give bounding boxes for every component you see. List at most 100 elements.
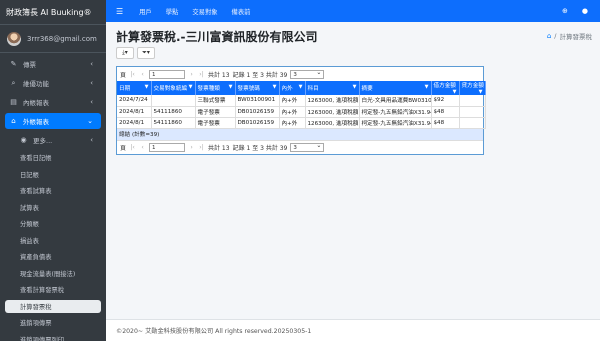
- column-header-account[interactable]: 科目 ▼: [305, 81, 360, 95]
- table-row[interactable]: 2024/7/24 三聯式發票 BW03100901 內+外 1263000, …: [117, 95, 486, 107]
- prev-page-icon[interactable]: ‹: [139, 71, 146, 78]
- page-input[interactable]: 1: [149, 69, 186, 79]
- nav-link-users[interactable]: 用戶: [139, 7, 152, 16]
- page-size-select[interactable]: 3: [290, 69, 325, 79]
- sidebar-nav: ✎ 傳票 ‹ ⌕ 維優功能 ‹ ▤ 內帳報表 ‹ ⌂ 外帳報表 ⌄ ◉ 更多..…: [0, 53, 106, 341]
- sidebar-item-more[interactable]: ◉ 更多... ‹: [5, 132, 101, 148]
- cell-in-out: 內+外: [279, 95, 306, 107]
- cell-summary: 柯定發-九五無鉛汽油X31.94X31.3-: [359, 106, 432, 118]
- chevron-down-icon: ⌄: [87, 117, 93, 125]
- filter-icon: ▼: [298, 84, 303, 90]
- summary-row: 總結 (計數=39): [117, 128, 483, 140]
- sidebar-sub-balance-sheet[interactable]: 資產負債表: [5, 250, 101, 264]
- sidebar-sub-view-trial-balance[interactable]: 查看試算表: [5, 184, 101, 198]
- cell-tax-id: [151, 95, 196, 107]
- cell-invoice-number: BW03100901: [235, 95, 280, 107]
- last-page-icon[interactable]: ›|: [198, 144, 205, 151]
- cell-account: 1263000, 進項稅額: [305, 106, 360, 118]
- page-size-select[interactable]: 3: [290, 142, 325, 152]
- sidebar-sub-view-journal[interactable]: 查看日記帳: [5, 151, 101, 165]
- cell-account: 1263000, 進項稅額: [305, 117, 360, 129]
- last-page-icon[interactable]: ›|: [198, 71, 205, 78]
- sidebar-sub-trial-balance[interactable]: 試算表: [5, 201, 101, 215]
- next-page-icon[interactable]: ›: [188, 71, 195, 78]
- menu-toggle-icon[interactable]: ☰: [116, 7, 123, 16]
- cell-credit: [459, 106, 486, 118]
- sidebar-sub-io-vouchers-print[interactable]: 進銷項傳票列印: [5, 333, 101, 341]
- filter-icon: ▼: [228, 84, 233, 90]
- chevron-left-icon: ‹: [90, 136, 93, 144]
- sidebar-item-vouchers[interactable]: ✎ 傳票 ‹: [5, 56, 101, 72]
- breadcrumb: ⌂ / 計算發票稅: [547, 31, 592, 41]
- globe-icon[interactable]: ⊕: [562, 7, 568, 15]
- column-header-tax-id[interactable]: 交易對象統編 ▼: [151, 81, 196, 95]
- column-header-credit[interactable]: 貸方金額 ▼: [459, 81, 486, 95]
- home-icon[interactable]: ⌂: [547, 32, 551, 40]
- cell-tax-id: 54111860: [151, 117, 196, 129]
- sidebar-sub-view-invoice-tax[interactable]: 查看計算發票稅: [5, 283, 101, 297]
- cell-summary: 柯定發-九五無鉛汽油X31.94X31.3-: [359, 117, 432, 129]
- sidebar-sub-io-vouchers[interactable]: 進銷項傳票: [5, 316, 101, 330]
- cell-invoice-type: 三聯式發票: [195, 95, 236, 107]
- cell-summary: 白光-文具用品運費BW03100901: [359, 95, 432, 107]
- sidebar-sub-cash-flow[interactable]: 現金流量表(間接法): [5, 267, 101, 281]
- breadcrumb-current: 計算發票稅: [559, 33, 593, 41]
- pager-records: 記錄 1 至 3 共計 39: [232, 144, 288, 152]
- prev-page-icon[interactable]: ‹: [139, 144, 146, 151]
- data-table: 日期 ▼ 交易對象統編 ▼ 發票種類 ▼ 發票號碼 ▼ 內外 ▼ 科目 ▼ 摘要 ▼ 借方金額…: [117, 81, 486, 129]
- table-row[interactable]: 2024/8/1 54111860 電子發票 DB01026159 內+外 12…: [117, 106, 486, 118]
- column-header-debit[interactable]: 借方金額 ▼: [431, 81, 460, 95]
- table-header-row: 日期 ▼ 交易對象統編 ▼ 發票種類 ▼ 發票號碼 ▼ 內外 ▼ 科目 ▼ 摘要 ▼ 借方金額…: [117, 81, 486, 95]
- first-page-icon[interactable]: |‹: [129, 71, 136, 78]
- table-row[interactable]: 2024/8/1 54111860 電子發票 DB01026159 內+外 12…: [117, 117, 486, 129]
- sidebar-sub-invoice-tax[interactable]: 計算發票稅: [5, 299, 101, 313]
- sidebar-item-internal-reports[interactable]: ▤ 內帳報表 ‹: [5, 94, 101, 110]
- filter-icon: ▼: [452, 89, 457, 95]
- sidebar: 財政簿長 AI Buuking® 3rrr368@gmail.com ✎ 傳票 …: [0, 0, 106, 341]
- first-page-icon[interactable]: |‹: [129, 144, 136, 151]
- cell-debit: $92: [431, 95, 460, 107]
- cell-in-out: 內+外: [279, 117, 306, 129]
- user-panel[interactable]: 3rrr368@gmail.com: [0, 25, 106, 53]
- nav-link-counterparties[interactable]: 交易對象: [192, 7, 217, 16]
- filter-button[interactable]: ⏷▾: [137, 47, 155, 59]
- cell-invoice-type: 電子發票: [195, 117, 236, 129]
- brand-title[interactable]: 財政簿長 AI Buuking®: [0, 0, 106, 25]
- avatar: [7, 31, 21, 46]
- circle-icon: ◉: [20, 136, 27, 144]
- filter-icon: ⏷▾: [142, 49, 150, 56]
- column-header-in-out[interactable]: 內外 ▼: [279, 81, 306, 95]
- pager-total-pages: 共計 13: [208, 71, 230, 79]
- sidebar-sub-journal[interactable]: 日記帳: [5, 168, 101, 182]
- column-header-date[interactable]: 日期 ▼: [117, 81, 152, 95]
- sidebar-item-label: 更多...: [33, 137, 53, 145]
- edit-icon: ✎: [10, 60, 17, 68]
- sidebar-sub-income-statement[interactable]: 損益表: [5, 234, 101, 248]
- home-icon: ⌂: [11, 117, 16, 125]
- cell-debit: $48: [431, 117, 460, 129]
- user-icon[interactable]: ●: [582, 7, 588, 15]
- page-input[interactable]: 1: [149, 142, 186, 152]
- filter-icon: ▼: [424, 84, 429, 90]
- download-icon: ⤓▾: [122, 49, 128, 56]
- nav-link-backup[interactable]: 備表前: [232, 7, 251, 16]
- export-button[interactable]: ⤓▾: [116, 47, 134, 59]
- cell-in-out: 內+外: [279, 106, 306, 118]
- column-header-invoice-type[interactable]: 發票種類 ▼: [195, 81, 236, 95]
- sidebar-sub-ledger[interactable]: 分類帳: [5, 217, 101, 231]
- breadcrumb-separator: /: [554, 32, 557, 40]
- column-header-invoice-number[interactable]: 發票號碼 ▼: [235, 81, 280, 95]
- filter-icon: ▼: [272, 84, 277, 90]
- cell-debit: $48: [431, 106, 460, 118]
- sidebar-item-label: 內帳報表: [23, 99, 49, 107]
- column-header-summary[interactable]: 摘要 ▼: [359, 81, 432, 95]
- nav-link-points[interactable]: 學點: [166, 7, 179, 16]
- sidebar-item-maintenance[interactable]: ⌕ 維優功能 ‹: [5, 75, 101, 91]
- sidebar-item-external-reports[interactable]: ⌂ 外帳報表 ⌄: [5, 113, 101, 129]
- topbar-right: ⊕ ●: [562, 7, 588, 15]
- main-content: 計算發票稅.-三川富資訊股份有限公司 ⌂ / 計算發票稅 ⤓▾ ⏷▾ 頁 |‹ …: [106, 22, 600, 319]
- cell-date: 2024/8/1: [117, 117, 152, 129]
- next-page-icon[interactable]: ›: [188, 144, 195, 151]
- pager-total-pages: 共計 13: [208, 144, 230, 152]
- filter-icon: ▼: [478, 89, 483, 95]
